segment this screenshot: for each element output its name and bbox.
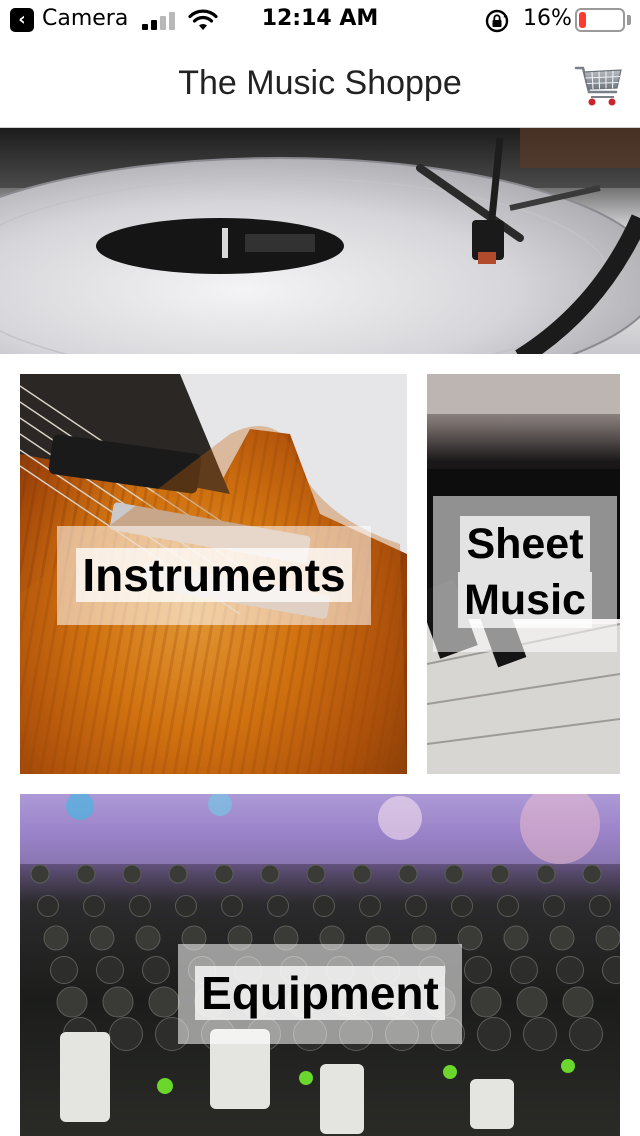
console-knob <box>464 956 492 984</box>
shopping-cart-icon[interactable] <box>574 62 624 108</box>
console-knob <box>516 986 548 1018</box>
console-knob <box>490 864 510 884</box>
console-knob <box>267 895 289 917</box>
console-knob <box>398 864 418 884</box>
console-knob <box>306 864 326 884</box>
battery-terminal <box>627 15 631 25</box>
console-knob <box>595 925 620 951</box>
category-instruments[interactable]: Instruments <box>20 374 407 774</box>
console-knob <box>30 864 50 884</box>
sheet-music-label-line2: Music <box>458 572 592 628</box>
console-knob <box>549 925 575 951</box>
status-bar: ‹ Camera 12:14 AM 16% <box>0 0 640 40</box>
turntable-record-photo <box>0 128 640 354</box>
console-knob <box>543 895 565 917</box>
console-knob <box>37 895 59 917</box>
console-knob <box>102 986 134 1018</box>
console-knob <box>470 986 502 1018</box>
console-knob <box>503 925 529 951</box>
console-knob <box>405 895 427 917</box>
console-knob <box>562 986 594 1018</box>
console-knob <box>582 864 602 884</box>
console-knob <box>214 864 234 884</box>
console-knob <box>359 895 381 917</box>
rotation-lock-icon <box>485 9 509 33</box>
console-knob <box>96 956 124 984</box>
console-knob <box>569 1017 603 1051</box>
console-knob <box>523 1017 557 1051</box>
console-knob <box>313 895 335 917</box>
console-knob <box>444 864 464 884</box>
battery-percent: 16% <box>523 6 572 31</box>
console-knob <box>556 956 584 984</box>
console-knob <box>122 864 142 884</box>
instruments-label: Instruments <box>76 548 352 602</box>
console-knob <box>56 986 88 1018</box>
console-knob <box>142 956 170 984</box>
sheet-music-label-line1: Sheet <box>460 516 590 572</box>
console-knob <box>352 864 372 884</box>
equipment-label-box: Equipment <box>178 944 462 1044</box>
page-title: The Music Shoppe <box>178 64 462 102</box>
console-knob <box>260 864 280 884</box>
hero-turntable-image <box>0 128 640 354</box>
category-sheet-music[interactable]: Sheet Music <box>427 374 620 774</box>
console-knob <box>510 956 538 984</box>
sheet-music-label-box: Sheet Music <box>433 496 617 652</box>
console-knob <box>43 925 69 951</box>
console-knob <box>602 956 620 984</box>
instruments-label-box: Instruments <box>57 526 371 625</box>
console-knob <box>109 1017 143 1051</box>
console-knob <box>175 895 197 917</box>
console-knob <box>89 925 115 951</box>
console-knob <box>135 925 161 951</box>
console-knob <box>497 895 519 917</box>
console-knob <box>536 864 556 884</box>
navigation-bar: The Music Shoppe <box>0 40 640 128</box>
console-knob <box>451 895 473 917</box>
console-knob <box>589 895 611 917</box>
console-knob <box>148 986 180 1018</box>
category-equipment[interactable]: Equipment <box>20 794 620 1136</box>
console-knob <box>83 895 105 917</box>
console-knob <box>477 1017 511 1051</box>
battery-icon <box>575 8 625 32</box>
equipment-label: Equipment <box>195 966 445 1020</box>
console-knob <box>221 895 243 917</box>
console-knob <box>168 864 188 884</box>
console-knob <box>76 864 96 884</box>
console-knob <box>129 895 151 917</box>
console-knob <box>50 956 78 984</box>
